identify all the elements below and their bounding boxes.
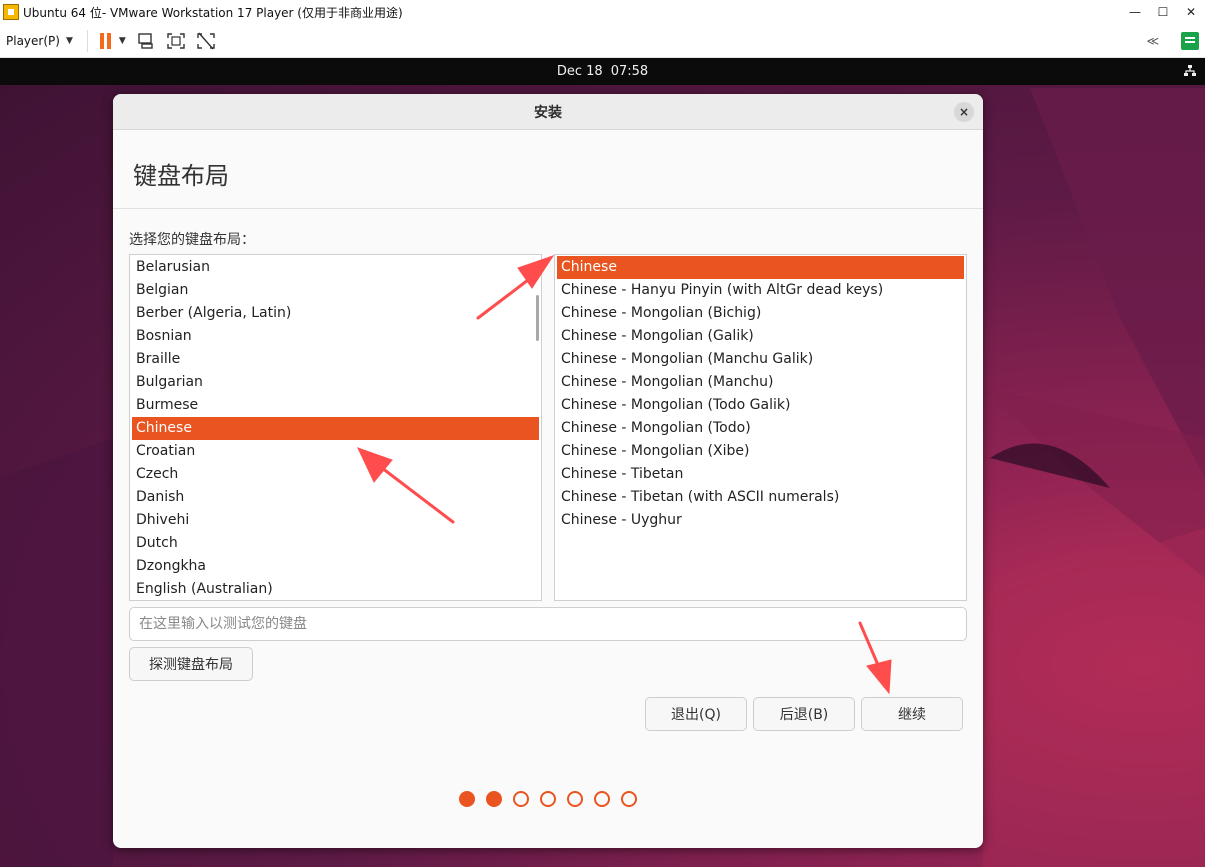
variant-list-item[interactable]: Chinese - Mongolian (Todo Galik) xyxy=(557,394,964,417)
layout-list-scrollbar[interactable] xyxy=(536,295,539,341)
window-title: Ubuntu 64 位- VMware Workstation 17 Playe… xyxy=(23,5,403,20)
layout-list-item[interactable]: Belgian xyxy=(132,279,539,302)
variant-list-item[interactable]: Chinese - Tibetan (with ASCII numerals) xyxy=(557,486,964,509)
variant-list-item[interactable]: Chinese - Uyghur xyxy=(557,509,964,532)
collapse-toolbar-icon[interactable]: ≪ xyxy=(1146,34,1159,48)
maximize-button[interactable]: ☐ xyxy=(1149,5,1177,19)
fit-guest-icon[interactable] xyxy=(166,32,186,50)
vmware-toolbar: Player(P) ▼ ▼ ≪ xyxy=(0,24,1205,58)
progress-dot xyxy=(540,791,556,807)
layout-list-item[interactable]: Dhivehi xyxy=(132,509,539,532)
layout-list-item[interactable]: English (Australian) xyxy=(132,578,539,600)
progress-dot xyxy=(513,791,529,807)
keyboard-variant-list[interactable]: Chinese Chinese - Hanyu Pinyin (with AltG… xyxy=(554,254,967,601)
unity-mode-icon[interactable] xyxy=(196,32,216,50)
progress-dot xyxy=(459,791,475,807)
vmware-titlebar: Ubuntu 64 位- VMware Workstation 17 Playe… xyxy=(0,0,1205,24)
progress-dot xyxy=(621,791,637,807)
variant-list-item[interactable]: Chinese - Mongolian (Xibe) xyxy=(557,440,964,463)
layout-list-item[interactable]: Czech xyxy=(132,463,539,486)
progress-dot xyxy=(486,791,502,807)
layout-items: Belarusian Belgian Berber (Algeria, Latin)… xyxy=(130,255,541,600)
page-title: 键盘布局 xyxy=(133,162,229,190)
variant-list-item[interactable]: Chinese - Mongolian (Galik) xyxy=(557,325,964,348)
variant-list-item[interactable]: Chinese - Mongolian (Manchu Galik) xyxy=(557,348,964,371)
clock-time[interactable]: 07:58 xyxy=(611,64,648,79)
layout-prompt: 选择您的键盘布局： xyxy=(129,232,255,248)
installer-header: 安装 × xyxy=(113,94,983,130)
quit-button[interactable]: 退出(Q) xyxy=(645,697,747,731)
close-window-button[interactable]: ✕ xyxy=(1177,5,1205,19)
variant-items: Chinese Chinese - Hanyu Pinyin (with AltG… xyxy=(555,255,966,532)
message-log-icon[interactable] xyxy=(1181,31,1199,50)
layout-list-item[interactable]: Bosnian xyxy=(132,325,539,348)
network-icon[interactable] xyxy=(1183,64,1197,78)
toolbar-divider xyxy=(86,29,88,52)
detect-layout-button[interactable]: 探测键盘布局 xyxy=(129,647,253,681)
player-menu[interactable]: Player(P) ▼ xyxy=(6,34,73,48)
variant-list-item[interactable]: Chinese - Mongolian (Bichig) xyxy=(557,302,964,325)
vmware-app-icon xyxy=(3,4,19,20)
progress-dot xyxy=(567,791,583,807)
header-divider xyxy=(113,208,983,209)
close-installer-button[interactable]: × xyxy=(954,102,974,122)
installer-window: 安装 × 键盘布局 选择您的键盘布局： Belarusian Belgian Ber… xyxy=(113,94,983,848)
minimize-button[interactable]: — xyxy=(1121,5,1149,19)
continue-button[interactable]: 继续 xyxy=(861,697,963,731)
send-ctrl-alt-del-icon[interactable] xyxy=(136,32,156,50)
variant-list-item[interactable]: Chinese xyxy=(557,256,964,279)
layout-list-item[interactable]: Bulgarian xyxy=(132,371,539,394)
layout-list-item[interactable]: Chinese xyxy=(132,417,539,440)
layout-list-item[interactable]: Dutch xyxy=(132,532,539,555)
variant-list-item[interactable]: Chinese - Tibetan xyxy=(557,463,964,486)
variant-list-item[interactable]: Chinese - Mongolian (Todo) xyxy=(557,417,964,440)
chevron-down-icon: ▼ xyxy=(65,35,73,46)
layout-list-item[interactable]: Dzongkha xyxy=(132,555,539,578)
keyboard-test-input[interactable] xyxy=(129,607,967,641)
variant-list-item[interactable]: Chinese - Mongolian (Manchu) xyxy=(557,371,964,394)
keyboard-layout-list[interactable]: Belarusian Belgian Berber (Algeria, Latin)… xyxy=(129,254,542,601)
progress-dots xyxy=(459,791,637,807)
variant-list-item[interactable]: Chinese - Hanyu Pinyin (with AltGr dead … xyxy=(557,279,964,302)
layout-list-item[interactable]: Braille xyxy=(132,348,539,371)
installer-title: 安装 xyxy=(534,104,562,121)
progress-dot xyxy=(594,791,610,807)
pause-icon[interactable] xyxy=(99,32,111,49)
layout-list-item[interactable]: Belarusian xyxy=(132,256,539,279)
pause-dropdown-icon[interactable]: ▼ xyxy=(119,36,126,46)
layout-list-item[interactable]: Burmese xyxy=(132,394,539,417)
gnome-top-bar: Dec 18 07:58 xyxy=(0,58,1205,85)
layout-list-item[interactable]: Croatian xyxy=(132,440,539,463)
player-menu-label: Player(P) xyxy=(6,33,60,48)
back-button[interactable]: 后退(B) xyxy=(753,697,855,731)
layout-list-item[interactable]: Berber (Algeria, Latin) xyxy=(132,302,539,325)
layout-list-item[interactable]: Danish xyxy=(132,486,539,509)
clock-date[interactable]: Dec 18 xyxy=(557,64,603,79)
toolbar-right: ≪ xyxy=(1146,31,1199,50)
